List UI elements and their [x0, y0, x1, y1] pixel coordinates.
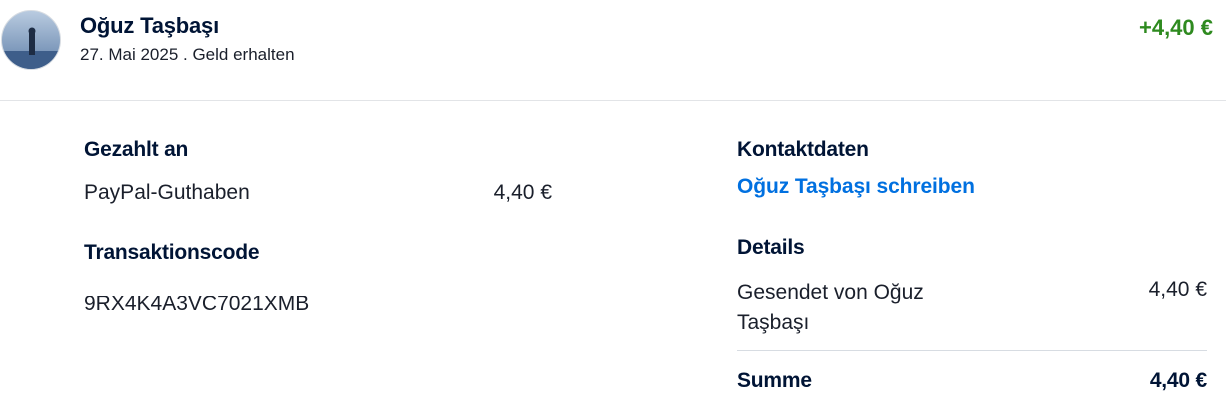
transaction-code-mask — [84, 290, 310, 296]
transaction-code-title: Transaktionscode — [84, 241, 260, 264]
write-message-link[interactable]: Oğuz Taşbaşı schreiben — [737, 175, 975, 199]
sender-name: Oğuz Taşbaşı — [80, 13, 219, 38]
contact-title: Kontaktdaten — [737, 138, 869, 161]
transaction-code[interactable]: 9RX4K4A3VC7021XMB — [84, 290, 310, 310]
payment-method-amount: 4,40 € — [493, 181, 552, 204]
paid-to-title: Gezahlt an — [84, 138, 189, 161]
payment-method: PayPal-Guthaben — [84, 181, 250, 204]
total-label: Summe — [737, 369, 812, 392]
total-amount: 4,40 € — [1149, 369, 1207, 392]
transaction-date-type: 27. Mai 2025 . Geld erhalten — [80, 45, 295, 64]
avatar-photo-icon — [2, 11, 60, 69]
sent-from-amount: 4,40 € — [1148, 278, 1207, 301]
transaction-amount: +4,40 € — [1138, 15, 1213, 40]
details-divider — [737, 350, 1207, 351]
details-title: Details — [737, 236, 805, 259]
transaction-header: Oğuz Taşbaşı 27. Mai 2025 . Geld erhalte… — [0, 0, 1226, 101]
sent-from-label: Gesendet von Oğuz Taşbaşı — [737, 281, 924, 334]
avatar — [1, 10, 61, 70]
